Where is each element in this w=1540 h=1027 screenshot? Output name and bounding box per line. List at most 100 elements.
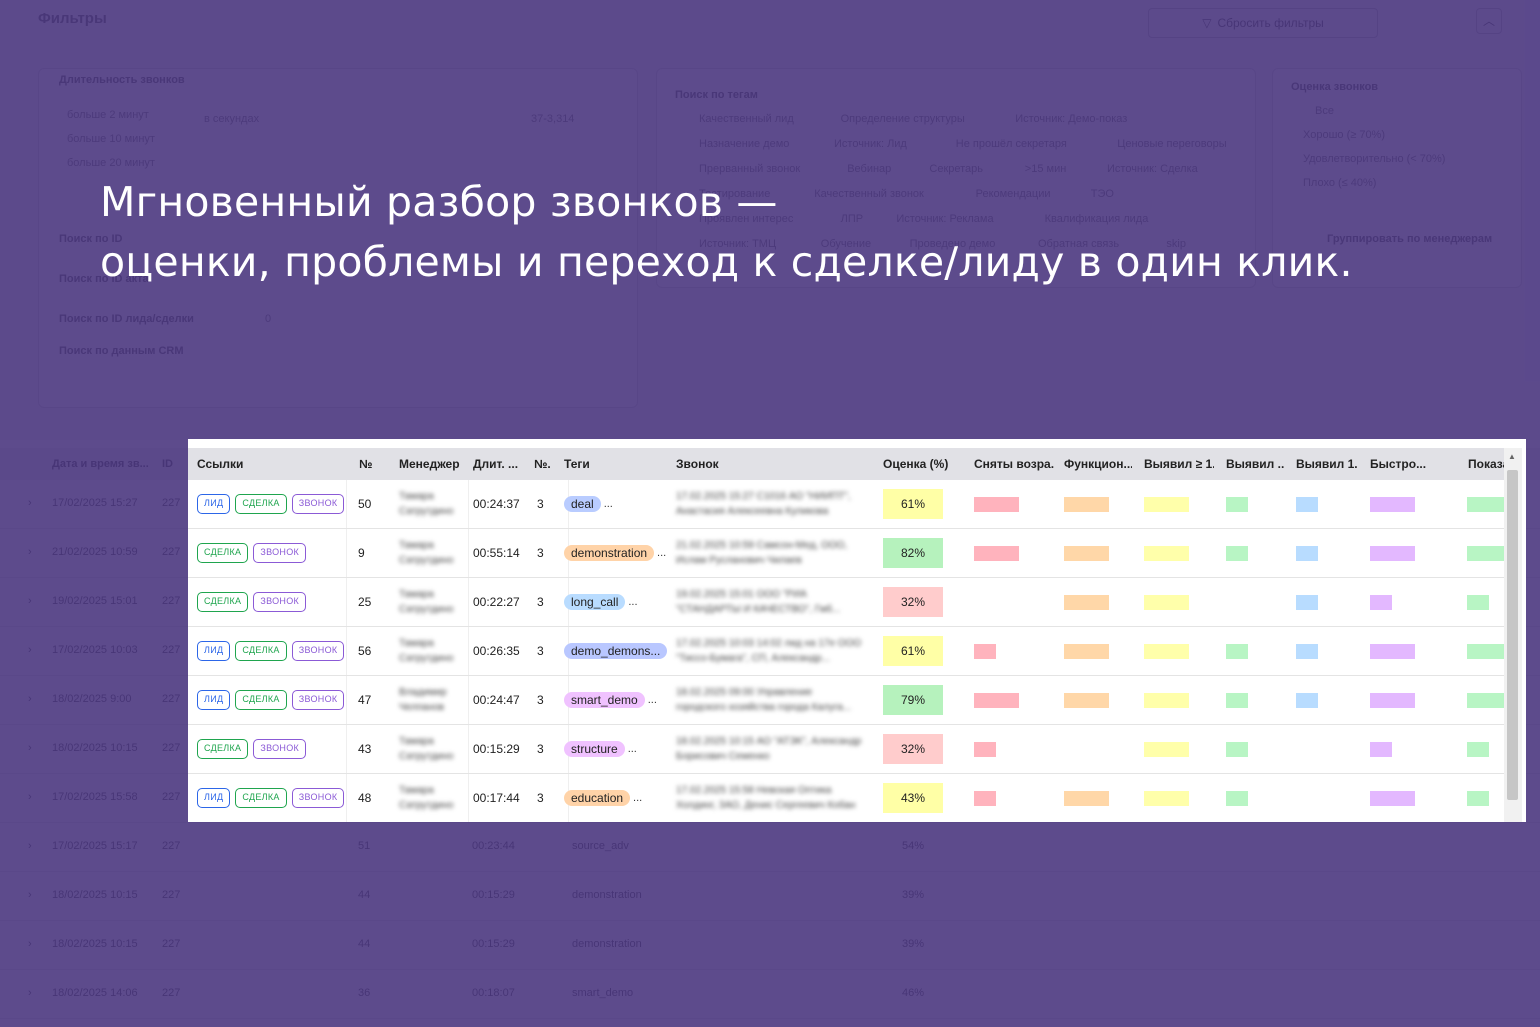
open-lead-button[interactable]: ЛИД	[197, 788, 231, 808]
open-deal-button[interactable]: СДЕЛКА	[235, 641, 287, 661]
column-header-identified-2[interactable]: Выявил ...	[1226, 448, 1284, 480]
tag-checkbox[interactable]: Источник: Лид	[834, 138, 907, 150]
rating-option[interactable]: Хорошо (≥ 70%)	[1303, 129, 1385, 141]
table-row[interactable]: СДЕЛКА ЗВОНОК 9 Тамара Сатрутдино 00:55:14 3 d…	[188, 529, 1505, 578]
more-tags[interactable]: ...	[657, 547, 666, 559]
expand-icon[interactable]: ›	[28, 791, 32, 803]
expand-icon[interactable]: ›	[28, 497, 32, 509]
tag-chip[interactable]: structure	[564, 741, 625, 757]
duration-option[interactable]: больше 10 минут	[67, 133, 155, 145]
tag-checkbox[interactable]: Качественный лид	[699, 113, 794, 125]
rating-option[interactable]: Все	[1315, 105, 1334, 117]
collapse-icon[interactable]: ︿	[1476, 8, 1502, 34]
expand-icon[interactable]: ›	[28, 840, 32, 852]
column-header-n[interactable]: №.	[534, 448, 564, 480]
tag-checkbox[interactable]: Ценовые переговоры	[1117, 138, 1226, 150]
expand-icon[interactable]: ›	[28, 693, 32, 705]
column-header-duration[interactable]: Длит. ...	[473, 448, 533, 480]
background-row[interactable]: › 17/02/2025 15:17 227 51 00:23:44 source_adv…	[0, 823, 1540, 872]
tag-chip[interactable]: demonstration	[564, 545, 655, 561]
table-row[interactable]: СДЕЛКА ЗВОНОК 43 Тамара Сатрутдино 00:15:29 3…	[188, 725, 1504, 774]
open-deal-button[interactable]: СДЕЛКА	[197, 543, 249, 563]
call-cell[interactable]: 17.02.2025 10:03 14:02 лид на 17е ООО "Т…	[676, 627, 866, 675]
expand-icon[interactable]: ›	[28, 742, 32, 754]
call-cell[interactable]: 18.02.2025 10:15 АО "АТЭК", Александр Бо…	[676, 725, 866, 773]
column-header-number[interactable]: №	[359, 448, 389, 480]
open-deal-button[interactable]: СДЕЛКА	[235, 788, 287, 808]
open-call-button[interactable]: ЗВОНОК	[253, 592, 307, 612]
open-deal-button[interactable]: СДЕЛКА	[235, 494, 287, 514]
open-lead-button[interactable]: ЛИД	[197, 690, 231, 710]
tag-checkbox[interactable]: Источник: Демо-показ	[1015, 113, 1127, 125]
open-call-button[interactable]: ЗВОНОК	[291, 494, 345, 514]
background-row[interactable]: › 18/02/2025 10:15 227 44 00:15:29 demonstrat…	[0, 872, 1540, 921]
more-tags[interactable]: ...	[604, 498, 613, 510]
manager-name: Тамара Сатрутдино	[399, 736, 454, 762]
rating-option[interactable]: Удовлетворительно (< 70%)	[1303, 153, 1445, 165]
column-header-links[interactable]: Ссылки	[197, 448, 347, 480]
tag-checkbox[interactable]: Назначение демо	[699, 138, 789, 150]
background-row[interactable]: › 18/02/2025 14:06 227 36 00:18:07 smart_demo…	[0, 970, 1540, 1019]
table-row[interactable]: ЛИД СДЕЛКА ЗВОНОК 50 Тамара Сатрутдино 00:24:…	[188, 480, 1505, 529]
expand-icon[interactable]: ›	[28, 889, 32, 901]
open-deal-button[interactable]: СДЕЛКА	[235, 690, 287, 710]
column-header-shown[interactable]: Показа...	[1468, 448, 1508, 480]
call-cell[interactable]: 17.02.2025 15:27 С1016 АО "НИИПТ", Анаст…	[676, 480, 866, 528]
expand-icon[interactable]: ›	[28, 938, 32, 950]
tag-chip[interactable]: demo_demons...	[564, 643, 668, 659]
tag-checkbox[interactable]: Определение структуры	[841, 113, 965, 125]
scroll-up-icon[interactable]: ▲	[1508, 452, 1516, 461]
open-call-button[interactable]: ЗВОНОК	[291, 690, 345, 710]
row-date: 18/02/2025 14:06	[52, 987, 138, 999]
expand-icon[interactable]: ›	[28, 987, 32, 999]
call-cell[interactable]: 17.02.2025 15:58 Невская Оптика Холдинг,…	[676, 774, 866, 822]
more-tags[interactable]: ...	[648, 694, 657, 706]
table-row[interactable]: ЛИД СДЕЛКА ЗВОНОК 48 Тамара Сатрутдино 00:17:…	[188, 774, 1504, 822]
search-lead-input[interactable]: 0	[265, 313, 271, 325]
tag-chip[interactable]: education	[564, 790, 631, 806]
table-row[interactable]: СДЕЛКА ЗВОНОК 25 Тамара Сатрутдино 00:22:27 3…	[188, 578, 1504, 627]
expand-icon[interactable]: ›	[28, 546, 32, 558]
open-call-button[interactable]: ЗВОНОК	[291, 788, 345, 808]
duration-option[interactable]: больше 20 минут	[67, 157, 155, 169]
call-cell[interactable]: 19.02.2025 15:01 ООО "РИА "СТАНДАРТЫ И К…	[676, 578, 866, 626]
tag-checkbox[interactable]: Не прошёл секретаря	[956, 138, 1067, 150]
more-tags[interactable]: ...	[628, 743, 637, 755]
open-call-button[interactable]: ЗВОНОК	[253, 543, 307, 563]
open-call-button[interactable]: ЗВОНОК	[253, 739, 307, 759]
open-lead-button[interactable]: ЛИД	[197, 641, 231, 661]
table-row[interactable]: ЛИД СДЕЛКА ЗВОНОК 56 Тамара Сатрутдино 00:26:…	[188, 627, 1505, 676]
background-row[interactable]: › 18/02/2025 10:15 227 44 00:15:29 demonstrat…	[0, 921, 1540, 970]
expand-icon[interactable]: ›	[28, 595, 32, 607]
column-header-manager[interactable]: Менеджер	[399, 448, 465, 480]
column-header-call[interactable]: Звонок	[676, 448, 776, 480]
tag-chip[interactable]: smart_demo	[564, 692, 645, 708]
open-lead-button[interactable]: ЛИД	[197, 494, 231, 514]
vertical-scrollbar[interactable]: ▲	[1504, 448, 1522, 822]
tag-chip[interactable]: deal	[564, 496, 601, 512]
seconds-input[interactable]: в секундах	[204, 113, 259, 125]
tag-chip[interactable]: long_call	[564, 594, 626, 610]
score-cell: 82%	[883, 529, 943, 577]
column-header-tags[interactable]: Теги	[564, 448, 644, 480]
scrollbar-thumb[interactable]	[1507, 470, 1518, 800]
open-deal-button[interactable]: СДЕЛКА	[197, 592, 249, 612]
id-column-header[interactable]: ID	[162, 458, 173, 470]
column-header-identified-1[interactable]: Выявил ≥ 1...	[1144, 448, 1214, 480]
table-row[interactable]: ЛИД СДЕЛКА ЗВОНОК 47 Владимир Челпанов 00:24:…	[188, 676, 1505, 725]
column-header-identified-3[interactable]: Выявил 1...	[1296, 448, 1358, 480]
column-header-objections[interactable]: Сняты возра...	[974, 448, 1054, 480]
call-cell[interactable]: 21.02.2025 10:59 Самсон-Мед, ООО, Ислам …	[676, 529, 866, 577]
expand-icon[interactable]: ›	[28, 644, 32, 656]
column-header-score[interactable]: Оценка (%)	[883, 448, 963, 480]
reset-filters-button[interactable]: ▽ Сбросить фильтры	[1148, 8, 1378, 38]
date-column-header[interactable]: Дата и время зв...	[52, 458, 149, 470]
open-deal-button[interactable]: СДЕЛКА	[197, 739, 249, 759]
open-call-button[interactable]: ЗВОНОК	[291, 641, 345, 661]
more-tags[interactable]: ...	[628, 596, 637, 608]
more-tags[interactable]: ...	[633, 792, 642, 804]
column-header-fast[interactable]: Быстро...	[1370, 448, 1430, 480]
duration-option[interactable]: больше 2 минут	[67, 109, 149, 121]
call-cell[interactable]: 18.02.2025 09:00 Управление городского х…	[676, 676, 866, 724]
column-header-functional[interactable]: Функцион...	[1064, 448, 1132, 480]
